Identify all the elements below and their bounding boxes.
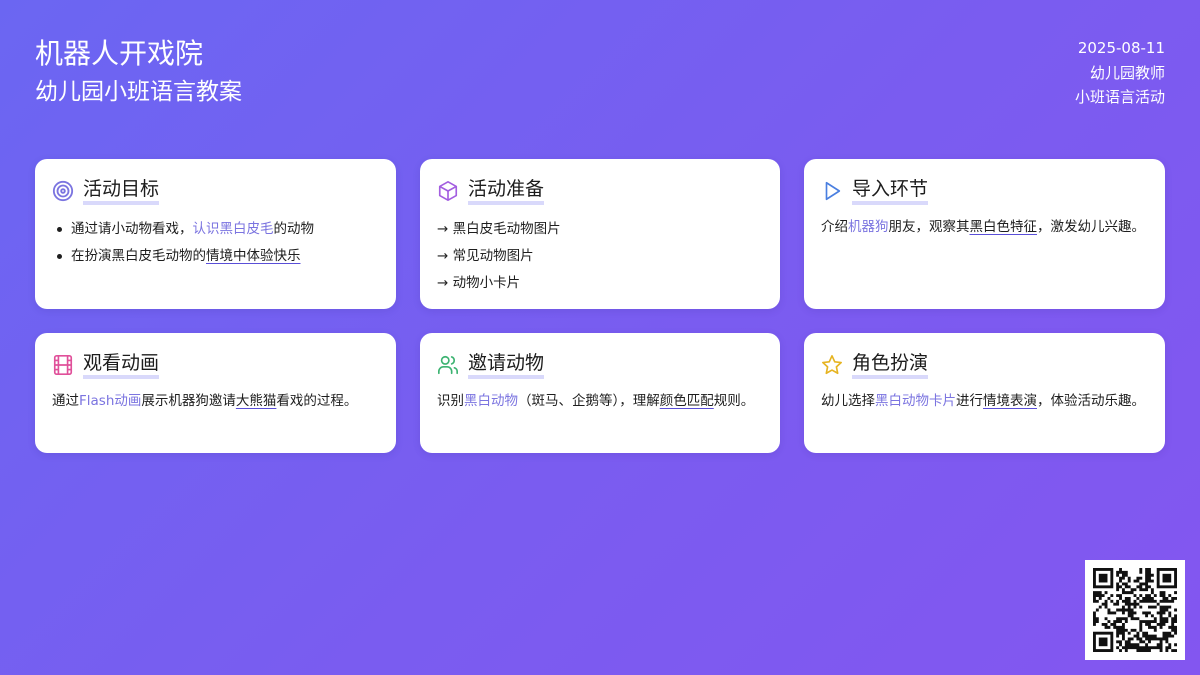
highlight-text: Flash动画 [79, 393, 142, 409]
card-title: 邀请动物 [468, 351, 545, 379]
text-segment: 规则。 [713, 393, 755, 409]
highlight-text: 认识黑白皮毛 [192, 221, 274, 237]
list-item: → 动物小卡片 [437, 275, 521, 291]
highlight-text: 黑白动物 [464, 393, 518, 409]
list-item: → 常见动物图片 [437, 248, 534, 264]
text-segment: 进行 [956, 393, 983, 409]
text-segment: 通过 [52, 393, 79, 409]
card-activity-prep: 活动准备 → 黑白皮毛动物图片 → 常见动物图片 → 动物小卡片 [420, 159, 780, 309]
card-body: → 黑白皮毛动物图片 → 常见动物图片 → 动物小卡片 [437, 216, 763, 297]
underlined-text: 情境表演 [983, 393, 1037, 409]
text-segment: 介绍 [821, 219, 848, 235]
card-body: 幼儿选择黑白动物卡片进行情境表演，体验活动乐趣。 [821, 390, 1148, 413]
qr-code-icon[interactable] [1085, 560, 1185, 660]
list-item: 通过请小动物看戏，认识黑白皮毛的动物 [52, 216, 379, 243]
text-segment: 看戏的过程。 [276, 393, 358, 409]
cube-icon [437, 180, 459, 202]
qr-code-graphic [1093, 568, 1177, 652]
text-segment: 的动物 [273, 221, 315, 237]
qr-finder-square [1162, 573, 1172, 583]
card-title: 导入环节 [852, 177, 929, 205]
text-segment: ，体验活动乐趣。 [1037, 393, 1145, 409]
role-label: 幼儿园教师 [1089, 63, 1165, 82]
card-body: 介绍机器狗朋友，观察其黑白色特征，激发幼儿兴趣。 [821, 216, 1148, 239]
text-segment: 识别 [437, 393, 464, 409]
card-title: 活动准备 [468, 177, 545, 205]
list-item: 在扮演黑白皮毛动物的情境中体验快乐 [52, 243, 379, 270]
page-subtitle: 幼儿园小班语言教案 [35, 79, 242, 105]
highlight-text: 黑白动物卡片 [875, 393, 956, 409]
card-role-play: 角色扮演 幼儿选择黑白动物卡片进行情境表演，体验活动乐趣。 [804, 333, 1165, 453]
users-icon [437, 354, 459, 376]
card-introduction: 导入环节 介绍机器狗朋友，观察其黑白色特征，激发幼儿兴趣。 [804, 159, 1165, 309]
card-header: 角色扮演 [821, 350, 1148, 380]
list-item: → 黑白皮毛动物图片 [437, 221, 561, 237]
qr-finder-square [1098, 637, 1108, 647]
underlined-text: 大熊猫 [235, 393, 277, 409]
qr-finder-square [1098, 573, 1108, 583]
underlined-text: 颜色匹配 [659, 393, 714, 409]
text-segment: 在扮演黑白皮毛动物的 [71, 248, 206, 264]
text-segment: 展示机器狗邀请 [141, 393, 236, 409]
header-meta: 2025-08-11 幼儿园教师 小班语言活动 [1075, 36, 1165, 110]
card-title: 活动目标 [83, 177, 160, 205]
text-segment: 幼儿选择 [821, 393, 875, 409]
highlight-text: 机器狗 [848, 219, 889, 235]
activity-label: 小班语言活动 [1074, 88, 1165, 106]
card-header: 观看动画 [52, 350, 379, 380]
card-activity-goals: 活动目标 通过请小动物看戏，认识黑白皮毛的动物 在扮演黑白皮毛动物的情境中体验快… [35, 159, 396, 309]
text-segment: ，激发幼儿兴趣。 [1037, 219, 1145, 235]
film-icon [52, 354, 74, 376]
card-header: 活动准备 [437, 176, 763, 206]
card-header: 邀请动物 [437, 350, 763, 380]
star-icon [821, 354, 843, 376]
card-body: 通过请小动物看戏，认识黑白皮毛的动物 在扮演黑白皮毛动物的情境中体验快乐 [52, 216, 379, 270]
card-invite-animals: 邀请动物 识别黑白动物（斑马、企鹅等），理解颜色匹配规则。 [420, 333, 780, 453]
card-title: 观看动画 [83, 351, 160, 379]
card-body: 通过Flash动画展示机器狗邀请大熊猫看戏的过程。 [52, 390, 379, 413]
card-header: 导入环节 [821, 176, 1148, 206]
target-icon [52, 180, 74, 202]
play-icon [821, 180, 843, 202]
text-segment: 通过请小动物看戏， [71, 221, 193, 237]
underlined-text: 情境中体验快乐 [206, 248, 301, 264]
card-header: 活动目标 [52, 176, 379, 206]
page-title: 机器人开戏院 [35, 37, 204, 70]
card-body: 识别黑白动物（斑马、企鹅等），理解颜色匹配规则。 [437, 390, 763, 413]
header: 机器人开戏院 幼儿园小班语言教案 [35, 34, 242, 108]
card-watch-animation: 观看动画 通过Flash动画展示机器狗邀请大熊猫看戏的过程。 [35, 333, 396, 453]
date-label: 2025-08-11 [1077, 39, 1165, 57]
card-title: 角色扮演 [852, 351, 929, 379]
underlined-text: 黑白色特征 [969, 219, 1038, 235]
text-segment: 朋友，观察其 [888, 219, 970, 235]
text-segment: （斑马、企鹅等），理解 [518, 393, 660, 409]
